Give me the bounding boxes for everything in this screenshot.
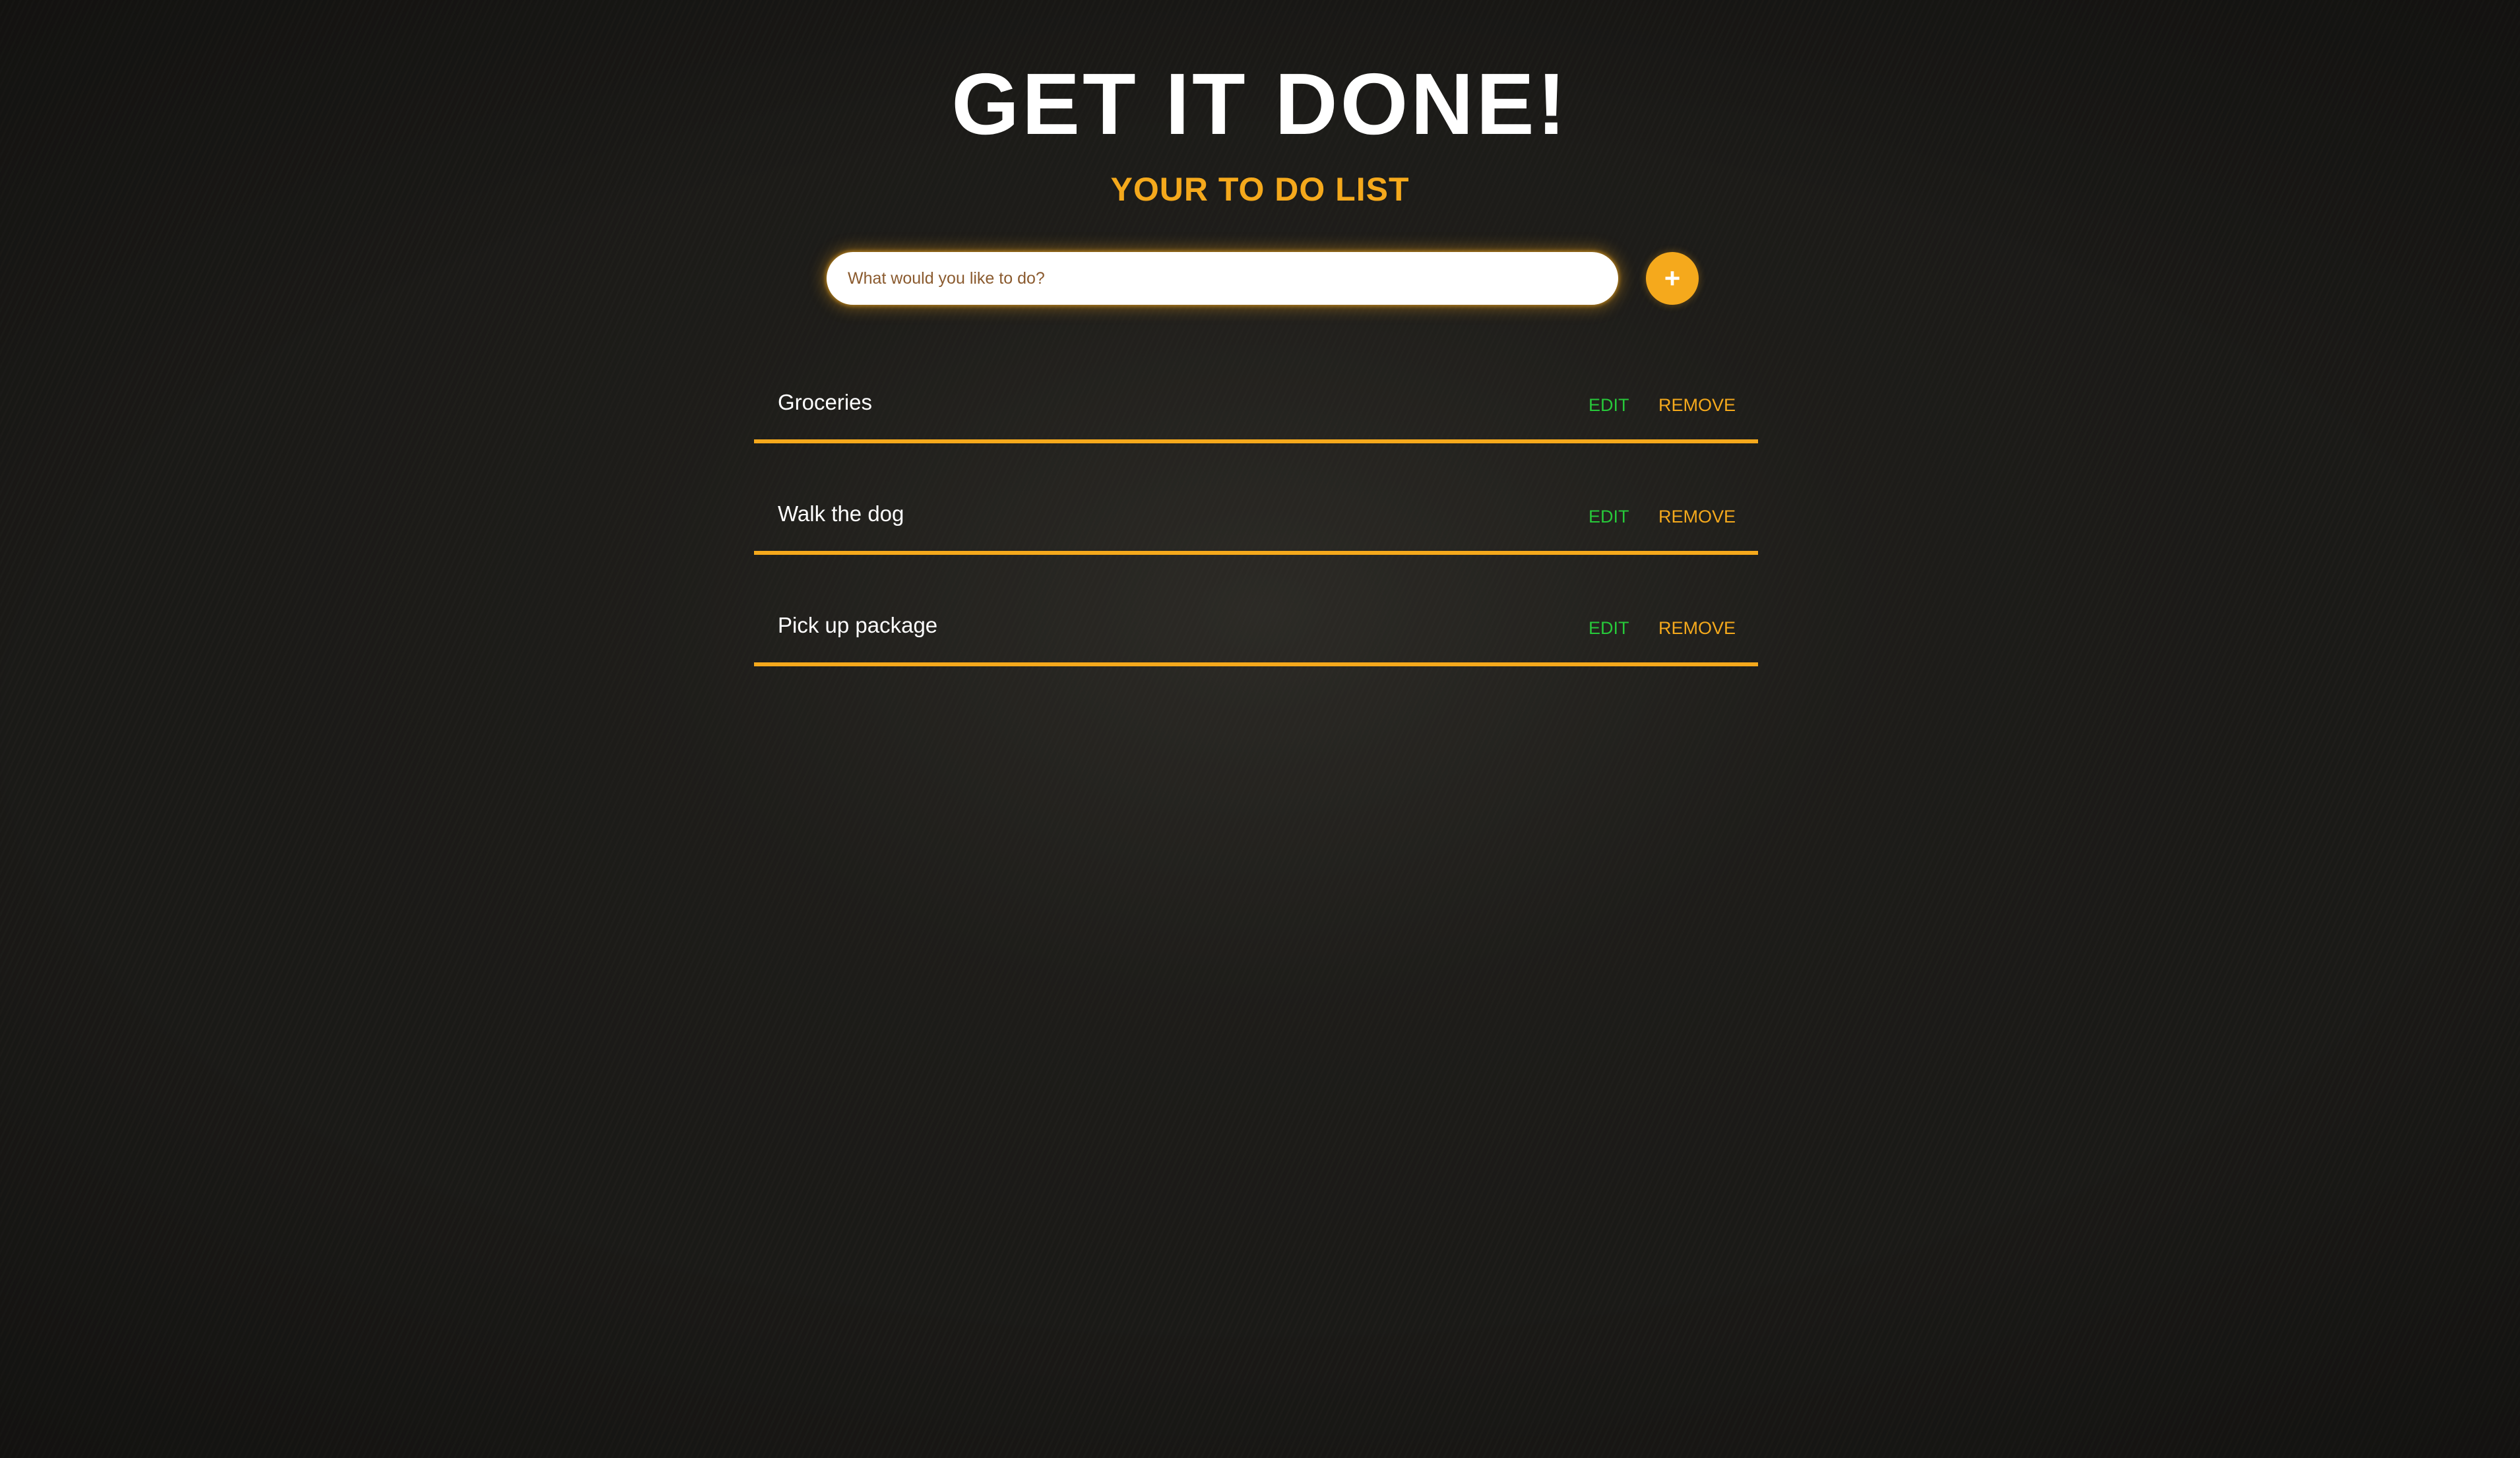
todo-item: Groceries EDIT REMOVE [754, 368, 1758, 443]
todo-item: Walk the dog EDIT REMOVE [754, 480, 1758, 555]
todo-item-text: Pick up package [778, 613, 938, 637]
todo-item-text: Groceries [778, 390, 873, 414]
edit-button[interactable]: EDIT [1589, 503, 1629, 530]
todo-item: Pick up package EDIT REMOVE [754, 591, 1758, 666]
page-subtitle: YOUR TO DO LIST [1110, 171, 1410, 208]
plus-icon: + [1664, 263, 1681, 294]
remove-button[interactable]: REMOVE [1658, 392, 1736, 418]
new-task-form: + [827, 252, 1699, 305]
new-task-input[interactable] [827, 252, 1618, 305]
remove-button[interactable]: REMOVE [1658, 503, 1736, 530]
todo-app: GET IT DONE! YOUR TO DO LIST + Groceries… [0, 0, 2520, 1458]
todo-list: Groceries EDIT REMOVE Walk the dog EDIT … [754, 368, 1758, 703]
page-title: GET IT DONE! [951, 55, 1569, 152]
edit-button[interactable]: EDIT [1589, 615, 1629, 641]
todo-item-text: Walk the dog [778, 501, 904, 526]
todo-item-actions: EDIT REMOVE [1589, 503, 1736, 530]
todo-item-actions: EDIT REMOVE [1589, 392, 1736, 418]
add-task-button[interactable]: + [1646, 252, 1699, 305]
edit-button[interactable]: EDIT [1589, 392, 1629, 418]
todo-item-actions: EDIT REMOVE [1589, 615, 1736, 641]
remove-button[interactable]: REMOVE [1658, 615, 1736, 641]
